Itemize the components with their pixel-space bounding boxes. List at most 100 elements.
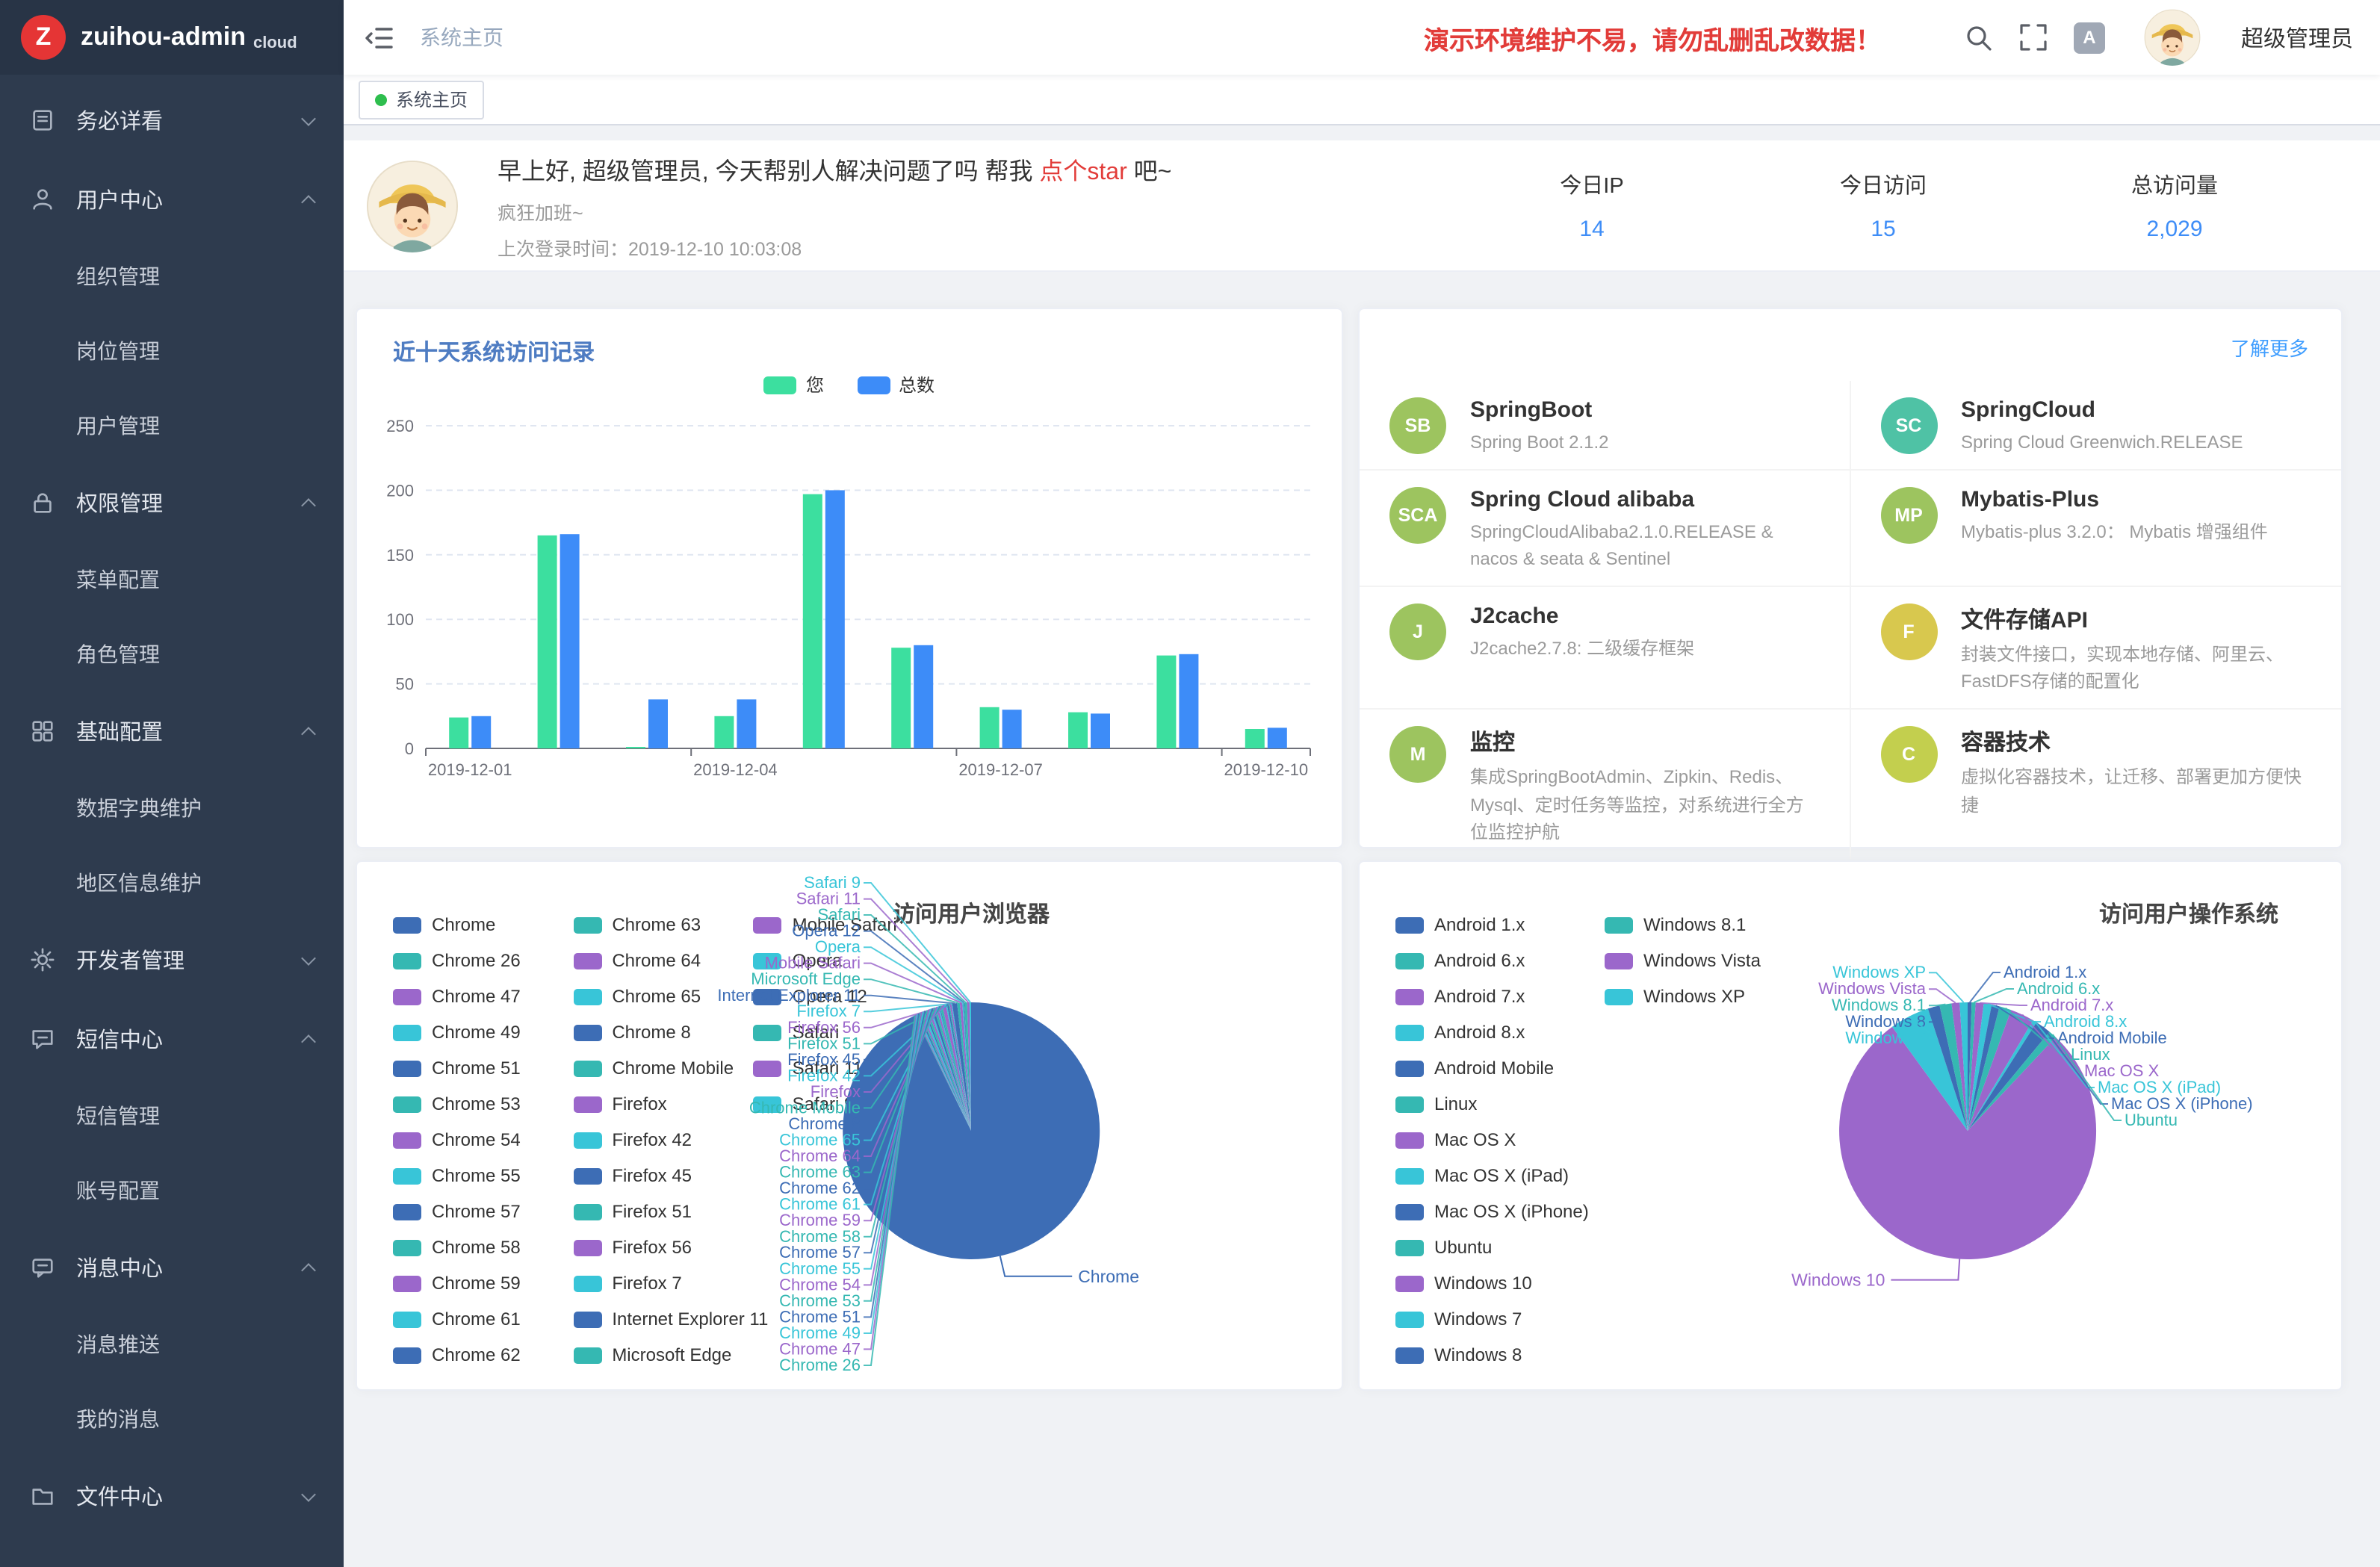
sidebar-subitem[interactable]: 我的消息 [0,1382,344,1456]
breadcrumb[interactable]: 系统主页 [420,22,503,52]
username[interactable]: 超级管理员 [2241,22,2353,53]
sidebar-item[interactable]: 权限管理 [0,463,344,542]
legend-item[interactable]: 您 [764,372,824,397]
fullscreen-icon[interactable] [2020,24,2047,51]
legend-item[interactable]: Chrome 51 [393,1050,558,1086]
sidebar-item[interactable]: 基础配置 [0,692,344,771]
legend-item[interactable]: Windows 10 [1395,1265,1590,1301]
brand-suffix: cloud [253,23,297,52]
sidebar-item-label: 基础配置 [76,716,303,747]
sidebar-item[interactable]: 务必详看 [0,81,344,160]
legend-item[interactable]: Opera [754,943,919,978]
legend-item[interactable]: Chrome 59 [393,1265,558,1301]
legend-item[interactable]: Mac OS X [1395,1122,1590,1158]
legend-item[interactable]: Firefox 42 [573,1122,738,1158]
legend-item[interactable]: Ubuntu [1395,1229,1590,1265]
legend-item[interactable]: Chrome 8 [573,1014,738,1050]
legend-item[interactable]: Opera 12 [754,978,919,1014]
legend-item[interactable]: Chrome 47 [393,978,558,1014]
sidebar-subitem[interactable]: 地区信息维护 [0,845,344,920]
star-link[interactable]: 点个star [1039,159,1127,184]
sidebar-subitem[interactable]: 角色管理 [0,617,344,692]
legend-item[interactable]: Chrome 64 [573,943,738,978]
legend-item[interactable]: Linux [1395,1086,1590,1122]
svg-text:Windows XP: Windows XP [1832,963,1926,981]
learn-more-link[interactable]: 了解更多 [2231,333,2308,362]
sidebar-subitem[interactable]: 岗位管理 [0,314,344,388]
legend-item[interactable]: Chrome 58 [393,1229,558,1265]
legend-item[interactable]: Chrome Mobile [573,1050,738,1086]
legend-item[interactable]: Chrome 62 [393,1337,558,1373]
stat-value: 15 [1738,217,2029,242]
sidebar-item-label: 消息中心 [76,1252,303,1283]
sidebar-subitem[interactable]: 短信管理 [0,1079,344,1153]
sidebar-item[interactable]: 文件中心 [0,1456,344,1536]
legend-item[interactable]: Android 6.x [1395,943,1590,978]
legend-item[interactable]: Mobile Safari [754,907,919,943]
last-login: 上次登录时间：2019-12-10 10:03:08 [498,232,1171,261]
sidebar-item[interactable]: 消息中心 [0,1228,344,1307]
legend-item[interactable]: Internet Explorer 11 [573,1301,738,1337]
sidebar-subitem[interactable]: 组织管理 [0,239,344,314]
sidebar-subitem[interactable]: 账号配置 [0,1153,344,1228]
tab-home[interactable]: 系统主页 [359,80,484,119]
legend-item[interactable]: Firefox 51 [573,1194,738,1229]
user-avatar[interactable] [2144,9,2201,66]
legend-item[interactable]: Chrome 55 [393,1158,558,1194]
legend-item[interactable]: Firefox 7 [573,1265,738,1301]
legend-item[interactable]: Windows 8.1 [1605,907,1799,943]
sidebar-item[interactable]: 短信中心 [0,999,344,1079]
sidebar-item[interactable]: 用户中心 [0,160,344,239]
legend-item[interactable]: Chrome 49 [393,1014,558,1050]
search-icon[interactable] [1965,23,1993,52]
legend-item[interactable]: Mac OS X (iPhone) [1395,1194,1590,1229]
legend-item[interactable]: Chrome 61 [393,1301,558,1337]
sidebar-subitem[interactable]: 菜单配置 [0,542,344,617]
legend-item[interactable]: Windows XP [1605,978,1799,1014]
brand[interactable]: Z zuihou-admin cloud [0,0,344,75]
legend-item[interactable]: Safari 9 [754,1086,919,1122]
legend-item[interactable]: Windows 7 [1395,1301,1590,1337]
os-chart-card: 访问用户操作系统 Android 1.xAndroid 6.xAndroid 7… [1358,860,2343,1391]
legend-item[interactable]: Firefox 45 [573,1158,738,1194]
legend-item[interactable]: Chrome 26 [393,943,558,978]
tech-title: SpringBoot [1470,397,1816,423]
font-size-icon[interactable]: A [2074,22,2105,53]
sidebar-item[interactable]: 开发者管理 [0,920,344,999]
svg-text:2019-12-04: 2019-12-04 [693,760,778,779]
legend-item[interactable]: Chrome 54 [393,1122,558,1158]
legend-item[interactable]: Android 8.x [1395,1014,1590,1050]
sidebar-subitem[interactable]: 用户管理 [0,388,344,463]
legend-item[interactable]: Microsoft Edge [573,1337,738,1373]
legend-item[interactable]: Windows Vista [1605,943,1799,978]
legend-item[interactable]: Chrome 57 [393,1194,558,1229]
legend-item[interactable]: Mac OS X (iPad) [1395,1158,1590,1194]
legend-item[interactable]: Firefox 56 [573,1229,738,1265]
legend-item[interactable]: Windows 8 [1395,1337,1590,1373]
legend-item[interactable]: Firefox [573,1086,738,1122]
svg-text:50: 50 [396,675,414,694]
legend-item[interactable]: Safari 11 [754,1050,919,1086]
legend-item[interactable]: Android 1.x [1395,907,1590,943]
sidebar-subitem[interactable]: 数据字典维护 [0,771,344,845]
legend-item[interactable]: Chrome [393,907,558,943]
sidebar-subitem[interactable]: 消息推送 [0,1307,344,1382]
legend-item[interactable]: Android 7.x [1395,978,1590,1014]
legend-item[interactable]: Chrome 63 [573,907,738,943]
tech-badge-icon: MP [1880,486,1937,543]
os-chart-legend: Android 1.xAndroid 6.xAndroid 7.xAndroid… [1395,907,1799,1376]
legend-item[interactable]: Safari [754,1014,919,1050]
legend-item[interactable]: Chrome 65 [573,978,738,1014]
legend-item[interactable]: 总数 [857,372,935,397]
legend-item[interactable]: Chrome 53 [393,1086,558,1122]
row-pies: 访问用户浏览器 ChromeChrome 26Chrome 47Chrome 4… [344,860,2380,1391]
menu-fold-icon[interactable] [365,25,393,50]
legend-item[interactable]: Android Mobile [1395,1050,1590,1086]
book-icon [30,108,57,133]
header-tools: A 超级管理员 [1965,9,2353,66]
tech-card-item: SCSpringCloudSpring Cloud Greenwich.RELE… [1850,381,2341,468]
tech-title: 监控 [1470,726,1816,757]
tech-badge-icon: F [1880,603,1937,660]
warning-banner: 演示环境维护不易，请勿乱删乱改数据！ [1424,19,1881,56]
svg-text:2019-12-01: 2019-12-01 [428,760,512,779]
